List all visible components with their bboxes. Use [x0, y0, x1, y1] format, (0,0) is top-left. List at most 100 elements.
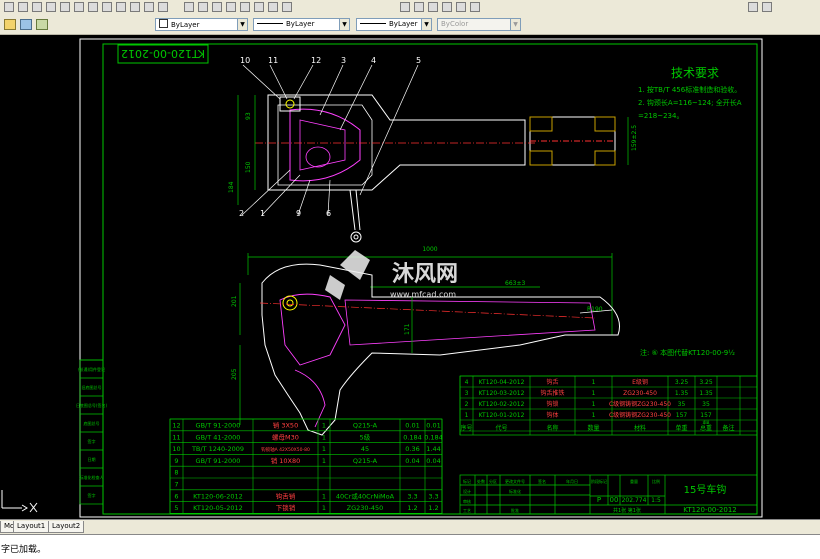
block-icon[interactable]	[268, 2, 278, 12]
lower-bom-cell: 40Cr或40CrNiMoA	[336, 491, 395, 500]
title-drawing-number: KT120-00-2012	[683, 506, 736, 514]
title-mark: 00	[610, 496, 619, 504]
upper-bom-cell: 2	[465, 401, 469, 408]
balloon-2: 2	[239, 209, 244, 218]
arc-icon[interactable]	[428, 2, 438, 12]
watermark-url: www.mfcad.com	[390, 290, 456, 299]
new-icon[interactable]	[4, 2, 14, 12]
lower-bom-cell: 7	[174, 481, 178, 489]
lineweight-value: ByLayer	[389, 20, 418, 28]
chevron-down-icon: ▼	[510, 19, 520, 30]
upper-bom-cell: ZG230-450	[623, 390, 657, 397]
circle-icon[interactable]	[414, 2, 424, 12]
color-combo[interactable]: ByLayer ▼	[155, 18, 248, 31]
upper-bom-cell: 35	[702, 401, 710, 408]
left-strip-label: 签字	[88, 438, 96, 444]
left-strip-label: 签字	[88, 492, 96, 498]
balloon-1: 1	[260, 209, 265, 218]
lower-bom-cell: 0.184	[424, 433, 443, 441]
dim-205: 205	[231, 368, 238, 380]
lower-bom-cell: 下锁销	[276, 503, 296, 512]
tool-palettes-icon[interactable]	[226, 2, 236, 12]
title-block-label: 签名	[538, 478, 546, 484]
plot-icon[interactable]	[46, 2, 56, 12]
plotstyle-value: ByColor	[441, 20, 469, 28]
dim-184: 184	[228, 181, 235, 193]
zoom-icon[interactable]	[184, 2, 194, 12]
linetype-value: ByLayer	[286, 20, 315, 28]
upper-bom-cell: 3.25	[699, 379, 713, 386]
zoom-previous-icon[interactable]	[762, 2, 772, 12]
lower-bom-cell: 1.2	[407, 504, 417, 512]
title-scale: 1:5	[651, 497, 661, 504]
title-weight: 202.774	[622, 497, 647, 504]
command-line[interactable]: 字已加载。	[0, 534, 820, 559]
upper-bom-cell: 钩舌推铁	[540, 389, 564, 397]
undo-icon[interactable]	[130, 2, 140, 12]
left-strip-label: 日底图总号(签名)	[76, 402, 108, 408]
layer-previous-icon[interactable]	[254, 2, 264, 12]
tab-layout2[interactable]: Layout2	[48, 521, 85, 533]
lower-bom-cell: KT120-06-2012	[193, 492, 243, 500]
color-value: ByLayer	[171, 21, 200, 29]
upper-bom-header: 数量	[587, 424, 599, 432]
upper-bom-cell: 157	[700, 412, 712, 419]
lower-bom-cell: 6	[174, 492, 178, 500]
lower-bom-cell: TB/T 1240-2009	[191, 445, 244, 453]
upper-bom-header: 备注	[722, 424, 734, 432]
layer-state-icon[interactable]	[20, 19, 32, 30]
title-block-label: 设计	[463, 488, 471, 494]
upper-bom-cell: 钩舌	[546, 378, 558, 386]
lower-bom-cell: 3.3	[407, 492, 417, 500]
dimension-icon[interactable]	[470, 2, 480, 12]
tab-layout1[interactable]: Layout1	[13, 521, 50, 533]
title-block-label: 更改文件号	[505, 478, 525, 484]
lower-bom-cell: 8	[174, 469, 178, 477]
title-block-label: 年月日	[566, 478, 578, 484]
line-icon[interactable]	[400, 2, 410, 12]
redo-icon[interactable]	[144, 2, 154, 12]
upper-bom-header-sub: 重量	[703, 420, 711, 425]
lower-bom-cell: 销 10X80	[271, 456, 301, 465]
cad-drawing: KT120-00-2012 技术要求 1. 按TB/T 456标准制造和验收。 …	[1, 38, 763, 518]
match-icon[interactable]	[116, 2, 126, 12]
layer-properties-icon[interactable]	[4, 19, 16, 30]
zoom-window-icon[interactable]	[748, 2, 758, 12]
lower-bom-cell: 1	[322, 445, 326, 453]
hatch-icon[interactable]	[442, 2, 452, 12]
tech-requirement-2: 2. 钩颈长A=116~124; 全开长A	[638, 98, 742, 107]
tech-requirement-3: =218~234。	[638, 112, 683, 120]
insert-icon[interactable]	[282, 2, 292, 12]
rotated-drawing-number: KT120-00-2012	[121, 47, 205, 60]
balloon-5: 5	[416, 56, 421, 65]
lower-bom-cell: 5	[174, 504, 178, 512]
lower-bom-cell: 3.3	[428, 492, 438, 500]
drawing-note: 注: ⑥ 本图代替KT120-00-9½	[640, 348, 735, 357]
linetype-combo[interactable]: ByLayer ▼	[253, 18, 350, 31]
drawing-canvas[interactable]: KT120-00-2012 技术要求 1. 按TB/T 456标准制造和验收。 …	[0, 35, 820, 519]
upper-bom-cell: 钩体	[546, 411, 558, 419]
lower-bom-cell: 1	[322, 457, 326, 465]
copy-icon[interactable]	[88, 2, 98, 12]
lineweight-combo[interactable]: ByLayer ▼	[356, 18, 432, 31]
plotstyle-combo: ByColor ▼	[437, 18, 521, 31]
lower-bom-cell: 销 3X50	[273, 421, 298, 430]
upper-bom-header: 代号	[495, 424, 507, 432]
lower-bom-table: 12 GB/T 91-2000 销 3X50 1 Q215-A 0.01 0.0111 GB/…	[169, 418, 443, 514]
cut-icon[interactable]	[74, 2, 84, 12]
layer-icon[interactable]	[240, 2, 250, 12]
layer-previous-icon[interactable]	[36, 19, 48, 30]
text-icon[interactable]	[456, 2, 466, 12]
pan-icon[interactable]	[158, 2, 168, 12]
title-block-label: 处数	[477, 478, 485, 484]
open-icon[interactable]	[18, 2, 28, 12]
lower-bom-cell: 0.184	[403, 433, 422, 441]
paste-icon[interactable]	[102, 2, 112, 12]
balloon-11: 11	[268, 56, 278, 65]
left-strip-label: 标准化检查人	[80, 474, 104, 480]
upper-bom-cell: 35	[678, 401, 686, 408]
save-icon[interactable]	[32, 2, 42, 12]
design-center-icon[interactable]	[212, 2, 222, 12]
properties-icon[interactable]	[198, 2, 208, 12]
preview-icon[interactable]	[60, 2, 70, 12]
